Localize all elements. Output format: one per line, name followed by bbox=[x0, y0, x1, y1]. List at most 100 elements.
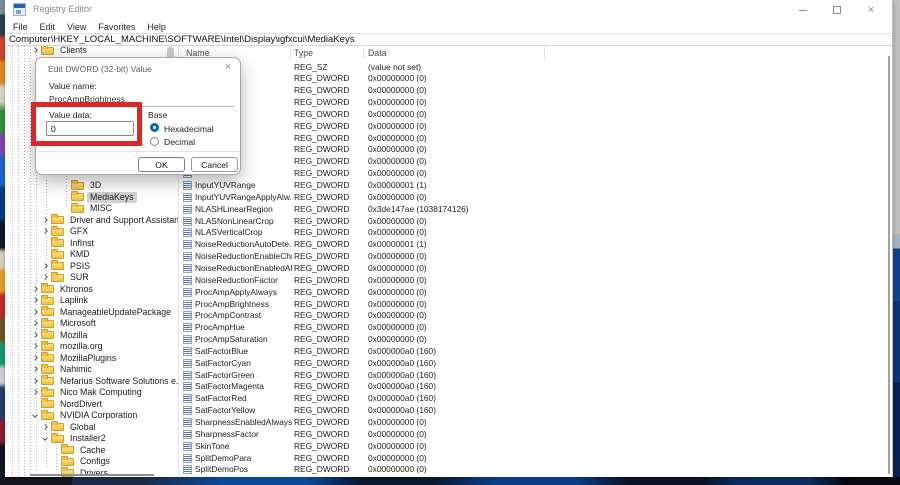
tree-item-kmd[interactable]: KMD bbox=[41, 249, 93, 260]
tree-item-mediakeys[interactable]: MediaKeys bbox=[61, 192, 137, 203]
value-row-procampapplyalways[interactable]: ProcAmpApplyAlwaysREG_DWORD0x00000000 (0… bbox=[179, 287, 893, 298]
value-row[interactable]: REG_DWORD0x00000000 (0) bbox=[179, 97, 893, 108]
chevron-down-icon[interactable] bbox=[31, 411, 40, 420]
chevron-right-icon[interactable] bbox=[41, 216, 50, 225]
tree-item-khronos[interactable]: Khronos bbox=[31, 284, 96, 295]
chevron-right-icon[interactable] bbox=[31, 319, 40, 328]
value-row-noisereductionenabledal-[interactable]: NoiseReductionEnabledAl...REG_DWORD0x000… bbox=[179, 263, 893, 274]
tree-item-clients[interactable]: Clients bbox=[31, 46, 90, 56]
column-header-type[interactable]: Type bbox=[294, 48, 313, 58]
value-row[interactable]: REG_DWORD0x00000000 (0) bbox=[179, 85, 893, 96]
tree-horizontal-scrollbar[interactable] bbox=[30, 474, 154, 476]
value-row[interactable]: REG_SZ(value not set) bbox=[179, 62, 893, 73]
chevron-right-icon[interactable] bbox=[41, 273, 50, 282]
close-button[interactable]: × bbox=[854, 1, 888, 19]
value-row[interactable]: REG_DWORD0x00000000 (0) bbox=[179, 121, 893, 132]
tree-item-global[interactable]: Global bbox=[41, 422, 98, 433]
value-row-splitdemopara[interactable]: SplitDemoParaREG_DWORD0x00000000 (0) bbox=[179, 453, 893, 464]
value-row-satfactorblue[interactable]: SatFactorBlueREG_DWORD0x000000a0 (160) bbox=[179, 346, 893, 357]
chevron-right-icon[interactable] bbox=[31, 342, 40, 351]
value-row[interactable]: REG_DWORD0x00000000 (0) bbox=[179, 109, 893, 120]
menu-help[interactable]: Help bbox=[141, 22, 172, 32]
chevron-right-icon[interactable] bbox=[31, 331, 40, 340]
value-row-splitdemopos[interactable]: SplitDemoPosREG_DWORD0x00000000 (0) bbox=[179, 464, 893, 475]
dialog-close-icon[interactable]: × bbox=[225, 61, 231, 73]
value-row-nlashlinearregion[interactable]: NLASHLinearRegionREG_DWORD0x3de147ae (10… bbox=[179, 204, 893, 215]
tree-item-cache[interactable]: Cache bbox=[51, 445, 108, 456]
value-row-satfactorcyan[interactable]: SatFactorCyanREG_DWORD0x000000a0 (160) bbox=[179, 358, 893, 369]
tree-item-psis[interactable]: PSIS bbox=[41, 261, 93, 272]
tree-item-nvidia-corporation[interactable]: NVIDIA Corporation bbox=[31, 410, 140, 421]
chevron-right-icon[interactable] bbox=[31, 377, 40, 386]
tree-item-manageableupdatepackage[interactable]: ManageableUpdatePackage bbox=[31, 307, 174, 318]
hexadecimal-radio-label[interactable]: Hexadecimal bbox=[164, 124, 214, 134]
menu-edit[interactable]: Edit bbox=[34, 22, 62, 32]
ok-button[interactable]: OK bbox=[138, 157, 185, 172]
tree-item-misc[interactable]: MISC bbox=[61, 203, 115, 214]
value-row-inputyuvrange[interactable]: InputYUVRangeREG_DWORD0x00000001 (1) bbox=[179, 180, 893, 191]
value-row-skintone[interactable]: SkinToneREG_DWORD0x00000000 (0) bbox=[179, 441, 893, 452]
tree-item-installer2[interactable]: Installer2 bbox=[41, 433, 109, 444]
tree-item-gfx[interactable]: GFX bbox=[41, 226, 91, 237]
value-row-sharpnessfactor[interactable]: SharpnessFactorREG_DWORD0x00000000 (0) bbox=[179, 429, 893, 440]
column-header-data[interactable]: Data bbox=[368, 48, 387, 58]
chevron-right-icon[interactable] bbox=[31, 285, 40, 294]
value-row-noisereductionenablechr-[interactable]: NoiseReductionEnableChr...REG_DWORD0x000… bbox=[179, 251, 893, 262]
minimize-button[interactable] bbox=[786, 1, 820, 19]
menu-file[interactable]: File bbox=[5, 22, 34, 32]
value-row-procampsaturation[interactable]: ProcAmpSaturationREG_DWORD0x00000000 (0) bbox=[179, 334, 893, 345]
value-row[interactable]: REG_DWORD0x00000000 (0) bbox=[179, 476, 893, 477]
tree-item-laplink[interactable]: Laplink bbox=[31, 295, 91, 306]
value-row-nlasverticalcrop[interactable]: NLASVerticalCropREG_DWORD0x00000000 (0) bbox=[179, 227, 893, 238]
value-row-satfactorgreen[interactable]: SatFactorGreenREG_DWORD0x000000a0 (160) bbox=[179, 370, 893, 381]
tree-item-mozilla-org[interactable]: mozilla.org bbox=[31, 341, 106, 352]
chevron-right-icon[interactable] bbox=[41, 262, 50, 271]
column-separator[interactable] bbox=[290, 47, 291, 59]
menu-favorites[interactable]: Favorites bbox=[92, 22, 141, 32]
value-row[interactable]: REG_DWORD0x00000000 (0) bbox=[179, 133, 893, 144]
tree-item-3d[interactable]: 3D bbox=[61, 180, 104, 191]
value-row-procampbrightness[interactable]: ProcAmpBrightnessREG_DWORD0x00000000 (0) bbox=[179, 299, 893, 310]
chevron-right-icon[interactable] bbox=[31, 365, 40, 374]
value-row-sharpnessenabledalways[interactable]: SharpnessEnabledAlwaysREG_DWORD0x0000000… bbox=[179, 417, 893, 428]
chevron-right-icon[interactable] bbox=[31, 388, 40, 397]
value-row-nlasnonlinearcrop[interactable]: NLASNonLinearCropREG_DWORD0x00000000 (0) bbox=[179, 216, 893, 227]
tree-item-mozilla[interactable]: Mozilla bbox=[31, 330, 90, 341]
column-separator[interactable] bbox=[544, 47, 545, 59]
tree-item-infinst[interactable]: InfInst bbox=[41, 238, 97, 249]
chevron-right-icon[interactable] bbox=[31, 308, 40, 317]
column-separator[interactable] bbox=[363, 47, 364, 59]
chevron-right-icon[interactable] bbox=[31, 354, 40, 363]
chevron-right-icon[interactable] bbox=[41, 423, 50, 432]
value-row[interactable]: REG_DWORD0x00000000 (0) bbox=[179, 144, 893, 155]
cancel-button[interactable]: Cancel bbox=[191, 157, 238, 172]
menu-view[interactable]: View bbox=[61, 22, 92, 32]
value-row-procamphue[interactable]: ProcAmpHueREG_DWORD0x00000000 (0) bbox=[179, 322, 893, 333]
tree-item-mozillaplugins[interactable]: MozillaPlugins bbox=[31, 353, 119, 364]
value-row-inputyuvrangeapplyalw-[interactable]: InputYUVRangeApplyAlw...REG_DWORD0x00000… bbox=[179, 192, 893, 203]
value-row-noisereductionautodete-[interactable]: NoiseReductionAutoDete...REG_DWORD0x0000… bbox=[179, 239, 893, 250]
decimal-radio[interactable] bbox=[150, 137, 159, 146]
value-row-procampcontrast[interactable]: ProcAmpContrastREG_DWORD0x00000000 (0) bbox=[179, 310, 893, 321]
tree-item-microsoft[interactable]: Microsoft bbox=[31, 318, 99, 329]
tree-item-nefarius-software-solutions-e-u[interactable]: Nefarius Software Solutions e.U bbox=[31, 376, 178, 387]
value-row[interactable]: REG_DWORD0x00000000 (0) bbox=[179, 73, 893, 84]
address-bar[interactable]: Computer\HKEY_LOCAL_MACHINE\SOFTWARE\Int… bbox=[5, 33, 892, 46]
chevron-down-icon[interactable] bbox=[41, 434, 50, 443]
decimal-radio-label[interactable]: Decimal bbox=[164, 137, 195, 147]
tree-item-configs[interactable]: Configs bbox=[51, 456, 113, 467]
value-row-satfactormagenta[interactable]: SatFactorMagentaREG_DWORD0x000000a0 (160… bbox=[179, 381, 893, 392]
tree-item-norddivert[interactable]: NordDivert bbox=[31, 399, 105, 410]
value-row[interactable]: REG_DWORD0x00000000 (0) bbox=[179, 168, 893, 179]
value-row-satfactorred[interactable]: SatFactorRedREG_DWORD0x000000a0 (160) bbox=[179, 393, 893, 404]
chevron-right-icon[interactable] bbox=[31, 296, 40, 305]
tree-item-sur[interactable]: SUR bbox=[41, 272, 92, 283]
value-row-noisereductionfactor[interactable]: NoiseReductionFactorREG_DWORD0x00000000 … bbox=[179, 275, 893, 286]
list-vertical-scrollbar[interactable] bbox=[888, 56, 890, 474]
chevron-right-icon[interactable] bbox=[41, 227, 50, 236]
tree-item-nico-mak-computing[interactable]: Nico Mak Computing bbox=[31, 387, 145, 398]
tree-item-driver-and-support-assistant[interactable]: Driver and Support Assistant bbox=[41, 215, 178, 226]
tree-item-nahimic[interactable]: Nahimic bbox=[31, 364, 95, 375]
chevron-right-icon[interactable] bbox=[31, 46, 40, 55]
value-row[interactable]: REG_DWORD0x00000000 (0) bbox=[179, 156, 893, 167]
